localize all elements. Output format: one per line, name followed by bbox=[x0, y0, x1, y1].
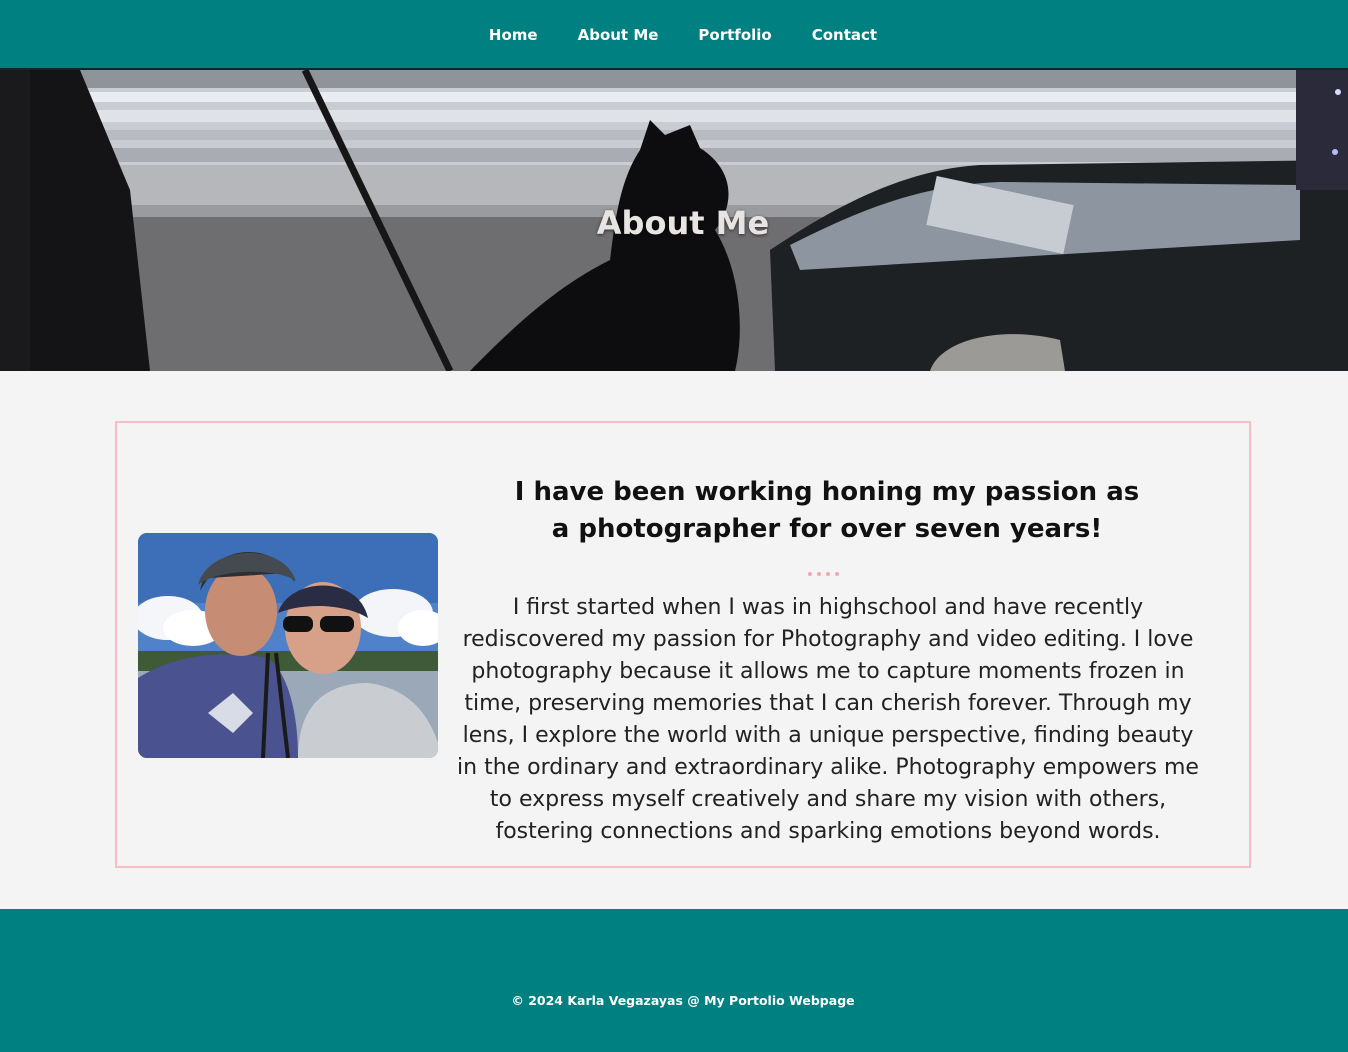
profile-photo-image bbox=[138, 533, 438, 758]
about-body-text: I first started when I was in highschool… bbox=[457, 595, 1199, 844]
hero-banner: About Me bbox=[0, 70, 1348, 371]
divider-dot bbox=[808, 572, 812, 576]
dots-divider-icon bbox=[808, 572, 848, 580]
divider-dot bbox=[826, 572, 830, 576]
nav-link-home[interactable]: Home bbox=[469, 26, 558, 44]
nav-link-contact[interactable]: Contact bbox=[792, 26, 897, 44]
nav-link-portfolio[interactable]: Portfolio bbox=[678, 26, 791, 44]
page-title: About Me bbox=[596, 204, 770, 242]
about-card: I have been working honing my passion as… bbox=[115, 421, 1251, 868]
navbar: Home About Me Portfolio Contact bbox=[0, 0, 1348, 70]
profile-photo bbox=[138, 533, 438, 758]
nav-list: Home About Me Portfolio Contact bbox=[469, 25, 897, 44]
footer-copyright: © 2024 Karla Vegazayas @ My Portolio Web… bbox=[511, 993, 855, 1008]
about-heading: I have been working honing my passion as… bbox=[514, 477, 1140, 544]
nav-link-about-me[interactable]: About Me bbox=[558, 26, 679, 44]
divider-dot bbox=[835, 572, 839, 576]
footer: © 2024 Karla Vegazayas @ My Portolio Web… bbox=[0, 909, 1348, 1052]
divider-dot bbox=[817, 572, 821, 576]
